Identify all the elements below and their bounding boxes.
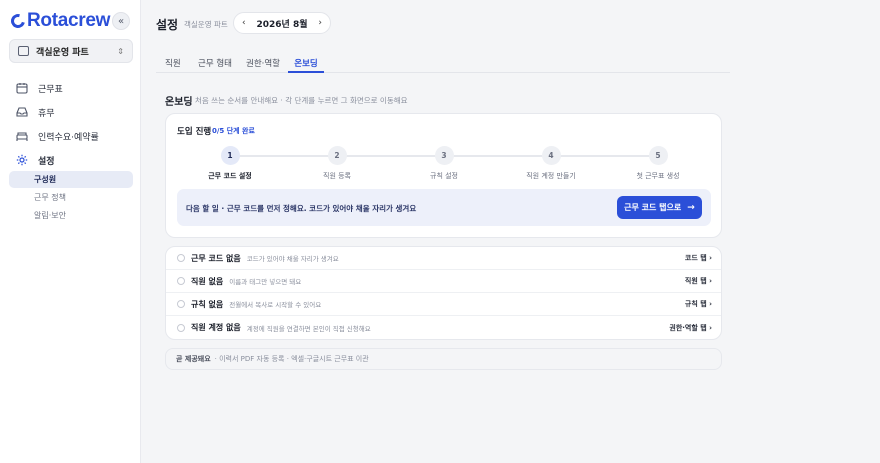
next-action-box: 다음 할 일 · 근무 코드를 먼저 정해요. 코드가 있어야 채울 자리가 생… [177, 189, 711, 226]
checklist-link[interactable]: 코드 탭 › [685, 253, 712, 263]
sidebar-item-settings[interactable]: 설정 [9, 148, 133, 172]
sidebar-nav: 근무표 휴무 인력수요·예약률 설정 [9, 76, 133, 172]
sidebar-subitem-members[interactable]: 구성원 [9, 171, 133, 188]
bed-icon [16, 130, 28, 142]
logo-icon [8, 11, 28, 31]
tab-roles[interactable]: 권한·역할 [246, 52, 280, 73]
gear-icon [16, 154, 28, 166]
circle-icon [177, 254, 185, 262]
checklist-row[interactable]: 직원 계정 없음 계정에 직원을 연결하면 본인이 직접 신청해요 권한·역할 … [166, 316, 721, 339]
current-month: 2026년 8월 [256, 19, 308, 30]
step-number: 3 [434, 146, 454, 165]
coming-soon-label: 곧 제공돼요 [176, 355, 211, 363]
checklist-link[interactable]: 규칙 탭 › [685, 299, 712, 309]
step-label: 직원 등록 [323, 172, 351, 180]
checklist-link[interactable]: 직원 탭 › [685, 276, 712, 286]
sidebar-item-label: 인력수요·예약률 [38, 132, 99, 143]
tab-onboarding[interactable]: 온보딩 [288, 52, 324, 73]
settings-tabs: 직원 근무 형태 권한·역할 온보딩 [156, 52, 730, 73]
step-4[interactable]: 4 직원 계정 만들기 [511, 146, 591, 181]
step-2[interactable]: 2 직원 등록 [297, 146, 377, 181]
brand-name: Rotacrew [27, 10, 111, 31]
sidebar-item-demand[interactable]: 인력수요·예약률 [9, 124, 133, 148]
checklist-name: 직원 계정 없음 [191, 323, 241, 332]
step-number: 5 [648, 146, 668, 165]
page-title: 설정 [156, 18, 179, 32]
step-label: 첫 근무표 생성 [636, 172, 680, 180]
step-label: 근무 코드 설정 [208, 172, 252, 180]
section-description: 처음 쓰는 순서를 안내해요 · 각 단계를 누르면 그 화면으로 이동해요 [195, 96, 408, 105]
coming-soon-note: 곧 제공돼요 · 이력서 PDF 자동 등록 · 엑셀·구글시트 근무표 이관 [165, 348, 722, 370]
step-number: 4 [541, 146, 561, 165]
chevron-updown-icon: ⇕ [117, 46, 124, 56]
go-to-code-tab-button[interactable]: 근무 코드 탭으로 → [617, 196, 702, 219]
sidebar-item-label: 휴무 [38, 108, 55, 119]
checklist-link[interactable]: 권한·역할 탭 › [669, 323, 712, 333]
next-action-text: 다음 할 일 · 근무 코드를 먼저 정해요. 코드가 있어야 채울 자리가 생… [186, 204, 417, 213]
step-3[interactable]: 3 규칙 설정 [404, 146, 484, 181]
coming-soon-text: · 이력서 PDF 자동 등록 · 엑셀·구글시트 근무표 이관 [214, 355, 369, 363]
button-label: 근무 코드 탭으로 [624, 203, 682, 212]
step-label: 규칙 설정 [430, 172, 458, 180]
calendar-icon [16, 82, 28, 94]
step-1[interactable]: 1 근무 코드 설정 [190, 146, 270, 181]
inbox-icon [16, 106, 28, 118]
tab-work-type[interactable]: 근무 형태 [198, 52, 232, 73]
step-5[interactable]: 5 첫 근무표 생성 [618, 146, 698, 181]
progress-count: 0/5 단계 완료 [212, 127, 255, 135]
checklist-desc: 이름과 태그만 넣으면 돼요 [229, 278, 302, 286]
month-picker: ‹ 2026년 8월 › [233, 12, 331, 34]
sidebar-item-schedule[interactable]: 근무표 [9, 76, 133, 100]
sidebar-subitem-policy[interactable]: 근무 정책 [9, 189, 133, 206]
checklist-name: 직원 없음 [191, 276, 224, 286]
chevron-right-icon[interactable]: › [318, 18, 322, 28]
step-number: 1 [220, 146, 240, 165]
arrow-right-icon: → [687, 202, 695, 213]
chevron-left-icon[interactable]: ‹ [242, 18, 246, 28]
tab-staff[interactable]: 직원 [165, 52, 181, 73]
sidebar-item-label: 근무표 [38, 84, 63, 95]
checklist-card: 근무 코드 없음 코드가 있어야 채울 자리가 생겨요 코드 탭 › 직원 없음… [165, 246, 722, 340]
progress-title: 도입 진행 [177, 127, 212, 137]
circle-icon [177, 277, 185, 285]
checklist-desc: 계정에 직원을 연결하면 본인이 직접 신청해요 [246, 324, 371, 333]
checklist-name: 근무 코드 없음 [191, 253, 241, 263]
checklist-desc: 전월에서 복사로 시작할 수 있어요 [229, 301, 322, 309]
circle-icon [177, 323, 185, 332]
checklist-row[interactable]: 규칙 없음 전월에서 복사로 시작할 수 있어요 규칙 탭 › [166, 293, 721, 316]
checklist-name: 규칙 없음 [191, 299, 224, 309]
checklist-row[interactable]: 직원 없음 이름과 태그만 넣으면 돼요 직원 탭 › [166, 270, 721, 293]
progress-card: 도입 진행 0/5 단계 완료 1 근무 코드 설정 2 직원 등록 3 규칙 … [165, 113, 722, 238]
circle-icon [177, 300, 185, 308]
workspace-label: 객실운영 파트 [36, 47, 89, 58]
checklist-row[interactable]: 근무 코드 없음 코드가 있어야 채울 자리가 생겨요 코드 탭 › [166, 247, 721, 270]
step-label: 직원 계정 만들기 [526, 172, 576, 180]
page-subtitle: 객실운영 파트 [184, 20, 228, 29]
sidebar-item-label: 설정 [38, 156, 55, 167]
collapse-sidebar-button[interactable]: « [112, 12, 130, 30]
building-icon [18, 46, 29, 56]
sidebar: Rotacrew « 객실운영 파트 ⇕ 근무표 휴무 인력수요·예약률 설정 … [0, 0, 141, 463]
brand-logo[interactable]: Rotacrew [8, 10, 111, 32]
step-number: 2 [327, 146, 347, 165]
checklist-desc: 코드가 있어야 채울 자리가 생겨요 [246, 255, 339, 263]
section-title: 온보딩 [165, 97, 193, 108]
workspace-selector[interactable]: 객실운영 파트 ⇕ [9, 39, 133, 63]
sidebar-subitem-notifications[interactable]: 알림·보안 [9, 207, 133, 224]
sidebar-item-leave[interactable]: 휴무 [9, 100, 133, 124]
